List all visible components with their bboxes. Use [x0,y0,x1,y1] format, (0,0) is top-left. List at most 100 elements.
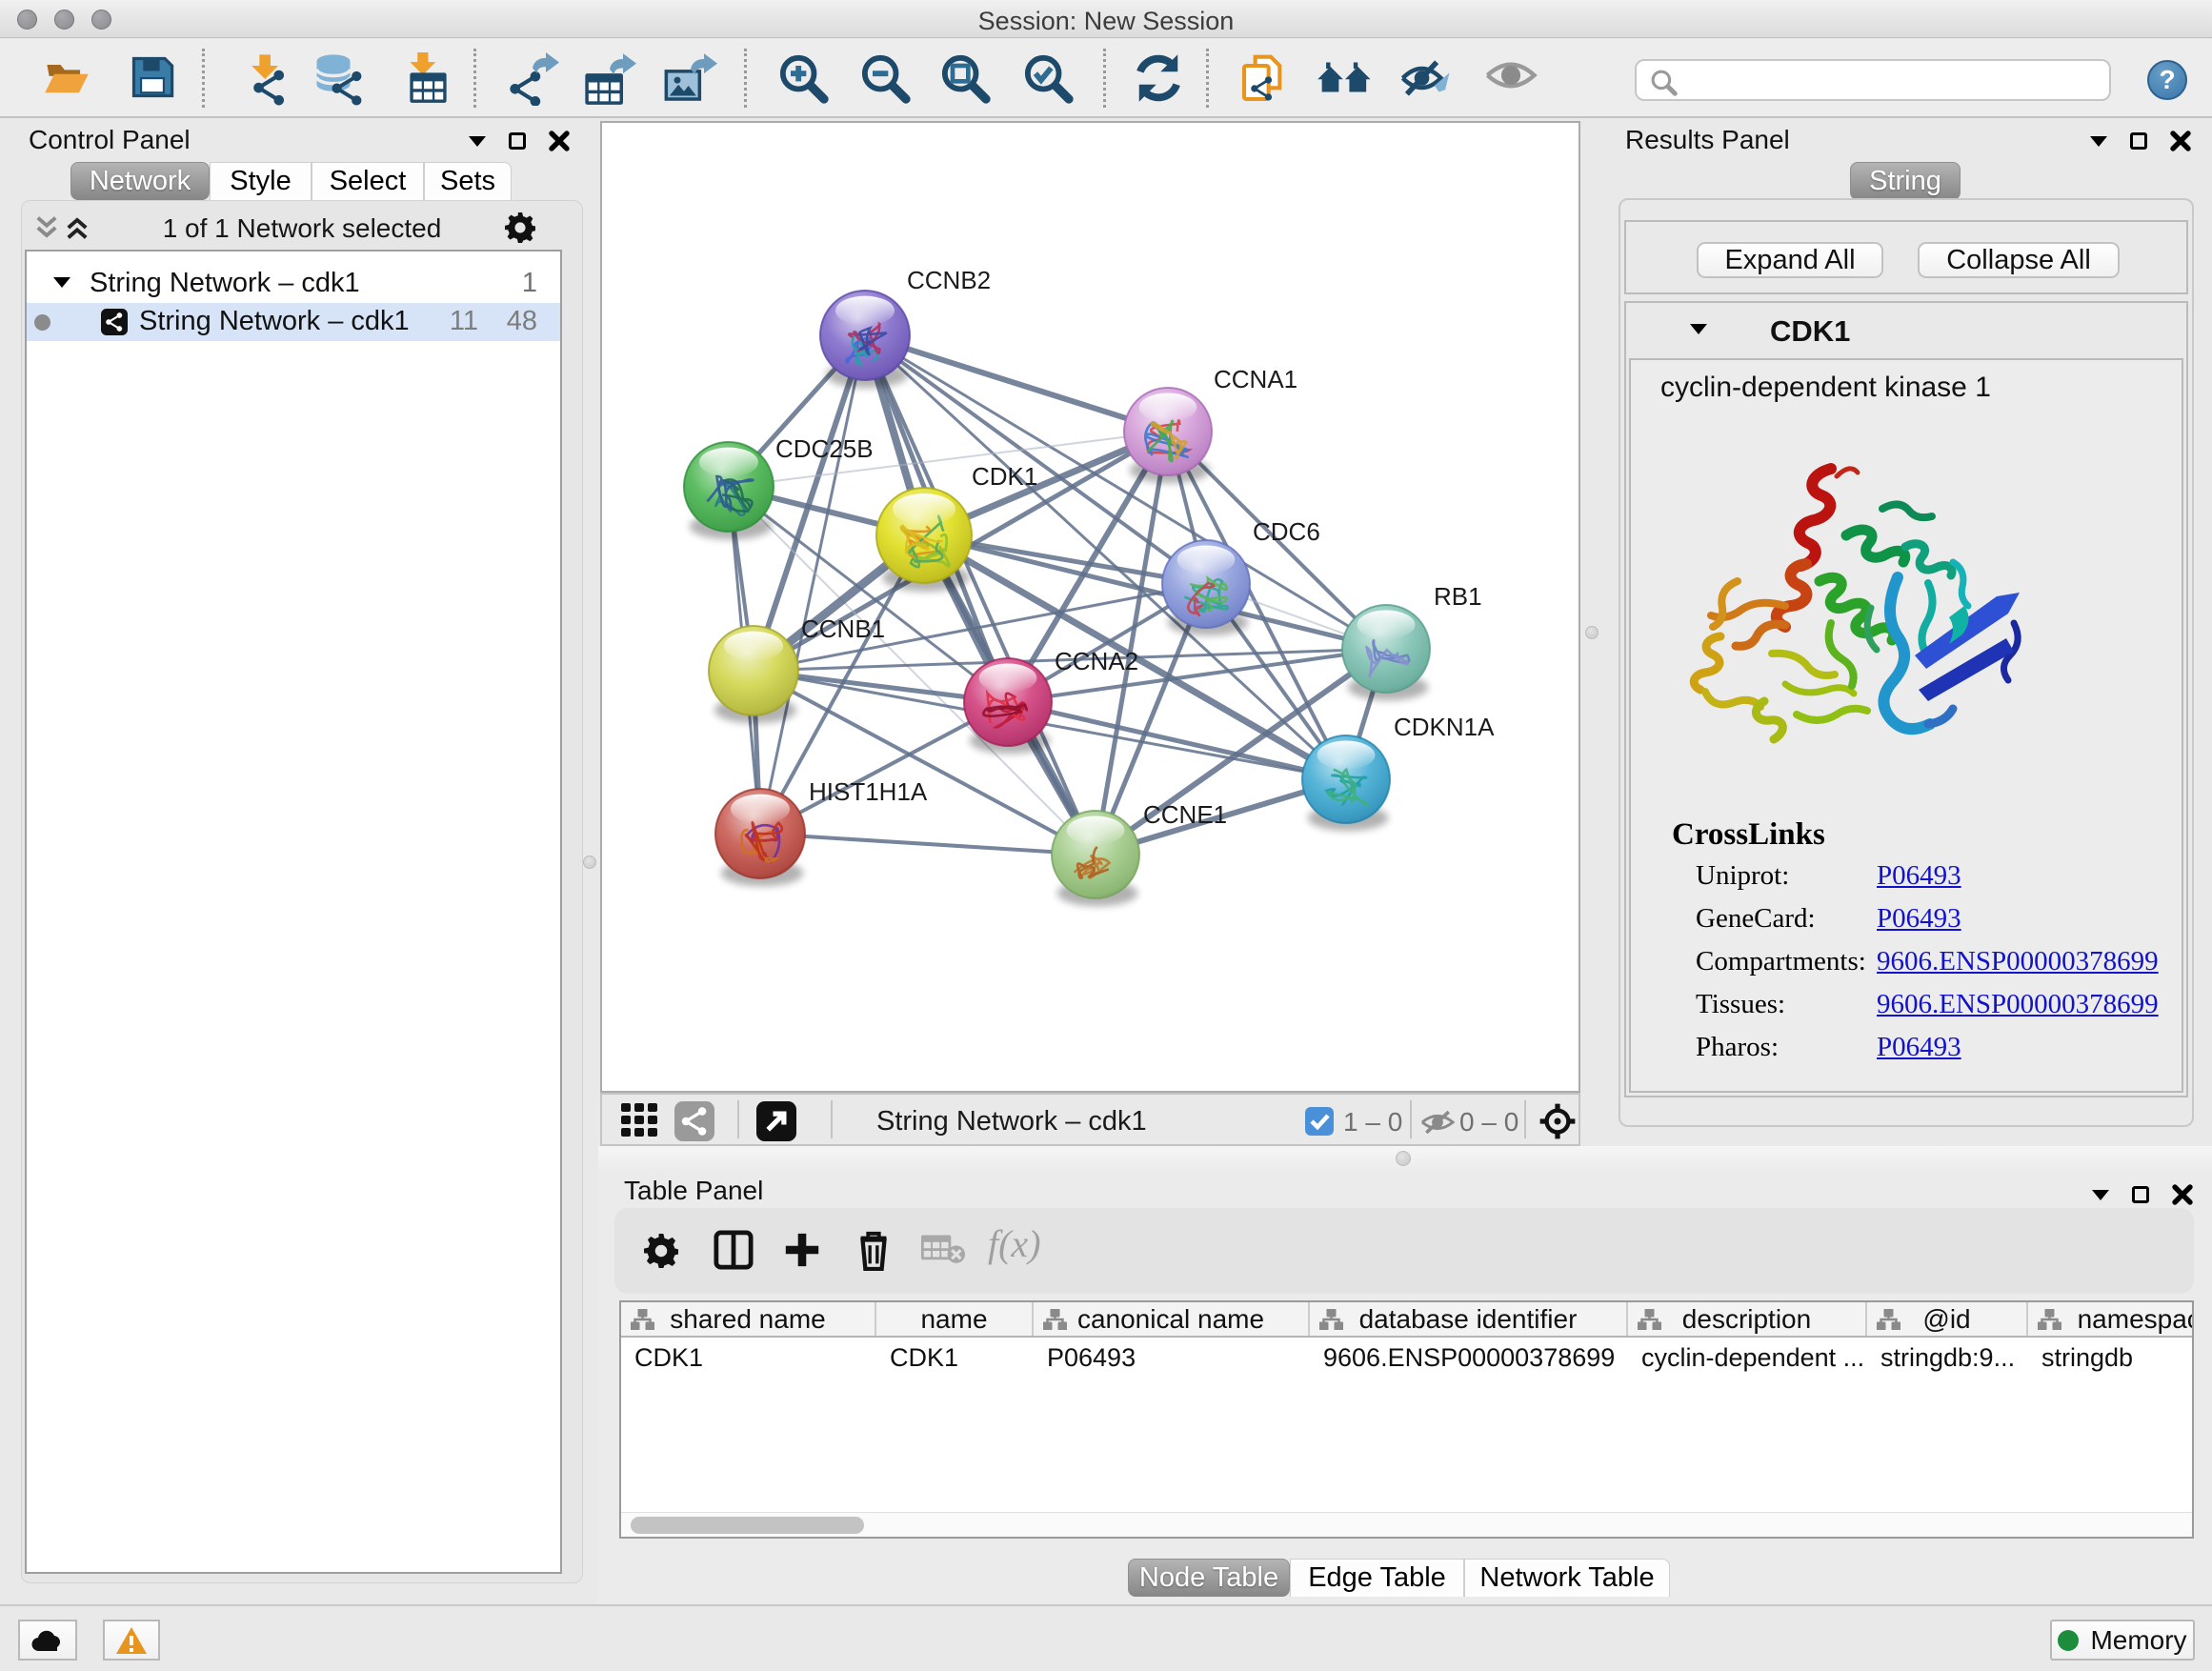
horizontal-splitter-grip[interactable] [1396,1151,1411,1166]
column-header-description[interactable]: description [1628,1302,1867,1336]
edge-CCNB2-CCNA1[interactable] [865,335,1168,432]
network-options-gear-icon[interactable] [505,212,535,243]
warnings-button[interactable] [103,1620,160,1661]
import-database-icon[interactable] [312,52,368,106]
column-header-name[interactable]: name [876,1302,1034,1336]
zoom-in-icon[interactable] [777,52,831,106]
table-horizontal-scrollbar[interactable] [621,1512,2192,1537]
edge-CCNB2-HIST1H1A[interactable] [760,335,865,834]
selected-checkbox-icon[interactable] [1305,1107,1334,1136]
open-session-icon[interactable] [42,52,91,102]
results-buttons-box: Expand All Collapse All [1624,220,2188,294]
export-image-icon[interactable] [663,52,718,106]
crosslink-link[interactable]: 9606.ENSP00000378699 [1877,940,2159,983]
control-panel-float-icon[interactable] [509,132,526,150]
clone-network-icon[interactable] [1237,52,1291,106]
delete-column-icon[interactable] [855,1229,893,1271]
node-CCNA1[interactable]: CCNA1 [1124,365,1297,483]
collapse-all-button[interactable]: Collapse All [1918,242,2120,278]
table-panel-float-icon[interactable] [2132,1186,2149,1203]
results-panel-menu-icon[interactable] [2090,136,2107,147]
results-panel-float-icon[interactable] [2130,132,2147,150]
tab-node-table[interactable]: Node Table [1128,1559,1290,1597]
scrollbar-thumb[interactable] [631,1517,864,1534]
table-panel-close-icon[interactable] [2172,1184,2193,1205]
expand-all-button[interactable]: Expand All [1697,242,1883,278]
crosslink-label: GeneCard: [1696,897,1816,940]
table-cell[interactable]: CDK1 [621,1339,876,1376]
table-cell[interactable]: stringdb:9... [1867,1339,2028,1376]
column-header-@id[interactable]: @id [1867,1302,2028,1336]
control-panel-menu-icon[interactable] [469,136,486,147]
crosslink-link[interactable]: P06493 [1877,897,1961,940]
tab-network[interactable]: Network [70,162,210,200]
control-panel-close-icon[interactable] [549,131,570,151]
table-cell[interactable]: stringdb [2028,1339,2194,1376]
results-panel-close-icon[interactable] [2170,131,2191,151]
table-cell[interactable]: CDK1 [876,1339,1034,1376]
node-HIST1H1A[interactable]: HIST1H1A [715,777,928,886]
column-header-canonical-name[interactable]: canonical name [1034,1302,1310,1336]
table-row[interactable]: CDK1CDK1P064939606.ENSP00000378699cyclin… [621,1339,2194,1376]
node-CDK1[interactable]: CDK1 [876,462,1037,592]
fit-content-crosshair-icon[interactable] [1538,1101,1578,1141]
network-row-selected[interactable]: String Network – cdk1 11 48 [27,303,560,341]
node-CDC6[interactable]: CDC6 [1162,517,1320,635]
results-tab-string[interactable]: String [1850,162,1961,200]
crosslink-row: Pharos:P06493 [1672,1026,1825,1069]
column-header-database-identifier[interactable]: database identifier [1310,1302,1628,1336]
crosslink-link[interactable]: 9606.ENSP00000378699 [1877,983,2159,1026]
column-header-shared-name[interactable]: shared name [621,1302,876,1336]
column-header-namespace[interactable]: namespace [2028,1302,2194,1336]
table-panel-menu-icon[interactable] [2092,1190,2109,1200]
tab-sets[interactable]: Sets [424,162,512,200]
table-cell[interactable]: P06493 [1034,1339,1310,1376]
refresh-icon[interactable] [1133,52,1184,104]
tab-style[interactable]: Style [210,162,312,200]
table-cell[interactable]: 9606.ENSP00000378699 [1310,1339,1628,1376]
memory-label: Memory [2090,1625,2186,1656]
show-columns-icon[interactable] [714,1230,754,1270]
node-CDKN1A[interactable]: CDKN1A [1302,713,1495,831]
node-label-CCNB2: CCNB2 [907,266,991,294]
zoom-fit-icon[interactable] [939,52,993,106]
import-network-icon[interactable] [237,52,291,106]
tab-network-table[interactable]: Network Table [1464,1559,1670,1597]
hide-selected-icon[interactable] [1398,52,1454,104]
save-session-icon[interactable] [128,52,177,102]
network-canvas[interactable]: CCNB2CCNA1CDC25BCDK1CDC6RB1CCNB1CCNA2CDK… [600,121,1580,1093]
tab-select[interactable]: Select [312,162,424,200]
vertical-splitter-grip-left[interactable] [583,856,596,869]
cloud-button[interactable] [18,1620,77,1661]
zoom-selected-icon[interactable] [1022,52,1076,106]
edge-CDK1-RB1[interactable] [924,535,1386,649]
collection-expander-icon[interactable] [53,277,70,288]
help-button[interactable]: ? [2147,60,2187,100]
home-layout-icon[interactable] [1316,52,1375,102]
open-in-window-icon[interactable] [756,1101,796,1141]
node-RB1[interactable]: RB1 [1342,582,1482,700]
vertical-splitter-grip-right[interactable] [1585,626,1599,639]
edge-HIST1H1A-CCNE1[interactable] [760,834,1096,855]
gene-expander-icon[interactable] [1690,324,1707,334]
show-eye-icon[interactable] [1483,52,1538,98]
import-table-icon[interactable] [398,52,450,104]
zoom-out-icon[interactable] [859,52,913,106]
table-options-gear-icon[interactable] [644,1234,678,1268]
grid-view-icon[interactable] [621,1103,659,1139]
search-input[interactable] [1635,59,2111,101]
warning-icon [115,1626,148,1655]
export-table-icon[interactable] [582,52,637,106]
add-column-icon[interactable] [782,1230,822,1270]
column-header-label: canonical name [1077,1304,1264,1335]
node-CCNE1[interactable]: CCNE1 [1052,800,1227,906]
network-birdseye-icon[interactable] [674,1101,714,1141]
export-network-icon[interactable] [506,52,559,106]
memory-button[interactable]: Memory [2050,1620,2195,1661]
tab-edge-table[interactable]: Edge Table [1290,1559,1464,1597]
crosslink-link[interactable]: P06493 [1877,1026,1961,1069]
crosslink-link[interactable]: P06493 [1877,855,1961,897]
gene-header-row[interactable]: CDK1 [1626,303,2186,358]
network-collection-row[interactable]: String Network – cdk1 1 [27,265,560,303]
table-cell[interactable]: cyclin-dependent ... [1628,1339,1867,1376]
